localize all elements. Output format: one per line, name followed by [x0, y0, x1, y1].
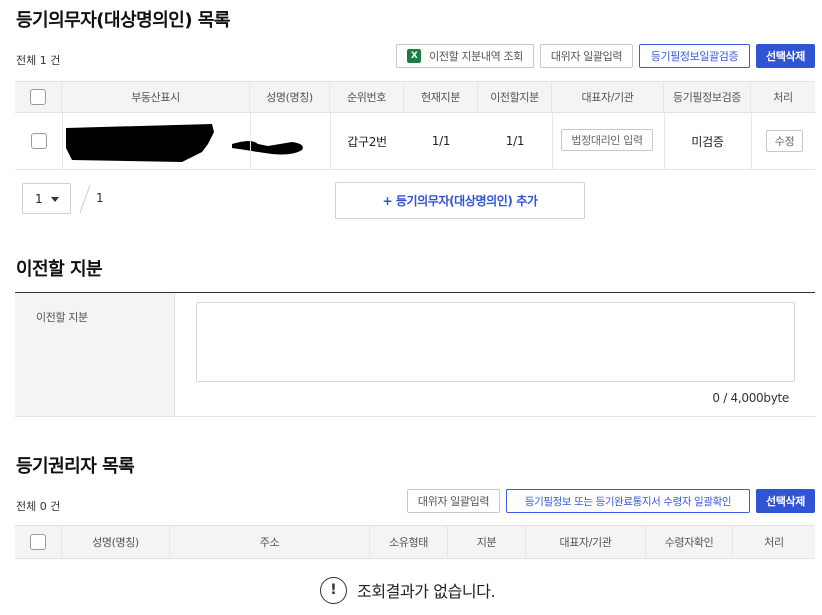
page-select[interactable]: 1	[22, 183, 71, 214]
cell-divider	[250, 113, 251, 169]
column-header: 현재지분	[404, 82, 478, 112]
exclamation-circle-icon: !	[320, 576, 347, 604]
transfer-share-textarea[interactable]	[196, 302, 795, 382]
redaction-mark	[66, 124, 303, 162]
column-header: 대표자/기관	[552, 82, 664, 112]
select-all-checkbox[interactable]	[30, 89, 46, 105]
empty-result-text: 조회결과가 없습니다.	[357, 582, 496, 601]
column-header: 대표자/기관	[526, 526, 646, 558]
column-header: 소유형태	[370, 526, 448, 558]
column-header: 성명(명칭)	[250, 82, 330, 112]
section-title-transfer-share: 이전할 지분	[16, 259, 103, 280]
legal-representative-button[interactable]: 법정대리인 입력	[561, 129, 653, 151]
add-obligor-button[interactable]: + 등기의무자(대상명의인) 추가	[335, 182, 585, 219]
row-checkbox-cell	[15, 113, 62, 169]
current-share-cell: 1/1	[431, 134, 451, 148]
total-pages: 1	[96, 191, 104, 205]
column-header: 수령자확인	[646, 526, 733, 558]
delete-selected-button[interactable]: 선택삭제	[756, 44, 815, 68]
column-header: 성명(명칭)	[62, 526, 170, 558]
column-header: 등기필정보검증	[664, 82, 751, 112]
select-all-checkbox-2[interactable]	[30, 534, 46, 550]
edit-button[interactable]: 수정	[766, 130, 803, 152]
section-bottom-rule	[15, 416, 815, 417]
obligor-total-count: 전체 1 건	[16, 54, 61, 67]
column-header: 부동산표시	[62, 82, 250, 112]
caret-down-icon	[51, 197, 59, 202]
page-select-value: 1	[35, 191, 43, 206]
bulk-subrogation-button-2[interactable]: 대위자 일괄입력	[407, 489, 500, 513]
byte-counter: 0 / 4,000byte	[712, 391, 789, 405]
section-title-rightholders: 등기권리자 목록	[16, 456, 135, 477]
column-header: 처리	[773, 91, 793, 104]
cell-divider	[552, 113, 553, 169]
empty-result-notice: ! 조회결과가 없습니다.	[320, 576, 496, 604]
column-header: 이전할지분	[478, 82, 552, 112]
verify-status-cell: 미검증	[691, 134, 724, 149]
excel-icon: X	[407, 49, 422, 63]
transfer-share-cell: 1/1	[505, 134, 525, 148]
redacted-property-info	[62, 118, 312, 164]
header-checkbox-cell	[15, 526, 62, 558]
column-header: 주소	[170, 526, 370, 558]
bulk-recipient-confirm-button[interactable]: 등기필정보 또는 등기완료통지서 수령자 일괄확인	[506, 489, 750, 513]
section-title-obligors: 등기의무자(대상명의인) 목록	[16, 10, 230, 31]
rank-number-cell: 갑구2번	[347, 134, 387, 149]
share-history-button[interactable]: X 이전할 지분내역 조회	[396, 44, 534, 68]
header-checkbox-cell	[15, 82, 62, 112]
transfer-share-label: 이전할 지분	[36, 311, 88, 324]
share-history-label: 이전할 지분내역 조회	[429, 50, 523, 63]
row-divider	[15, 169, 815, 170]
column-header: 순위번호	[330, 82, 404, 112]
cell-divider	[751, 113, 752, 169]
pagination-slash	[79, 184, 91, 214]
bulk-verify-button[interactable]: 등기필정보일괄검증	[639, 44, 750, 68]
column-header: 지분	[448, 526, 526, 558]
delete-selected-button-2[interactable]: 선택삭제	[756, 489, 815, 513]
rightholder-total-count: 전체 0 건	[16, 500, 61, 513]
bulk-subrogation-button[interactable]: 대위자 일괄입력	[540, 44, 633, 68]
column-header: 처리	[764, 536, 784, 549]
rightholder-table-header: 성명(명칭) 주소 소유형태 지분 대표자/기관 수령자확인 처리	[15, 525, 815, 559]
obligor-table-header: 부동산표시 성명(명칭) 순위번호 현재지분 이전할지분 대표자/기관 등기필정…	[15, 81, 815, 113]
row-checkbox[interactable]	[30, 133, 47, 149]
